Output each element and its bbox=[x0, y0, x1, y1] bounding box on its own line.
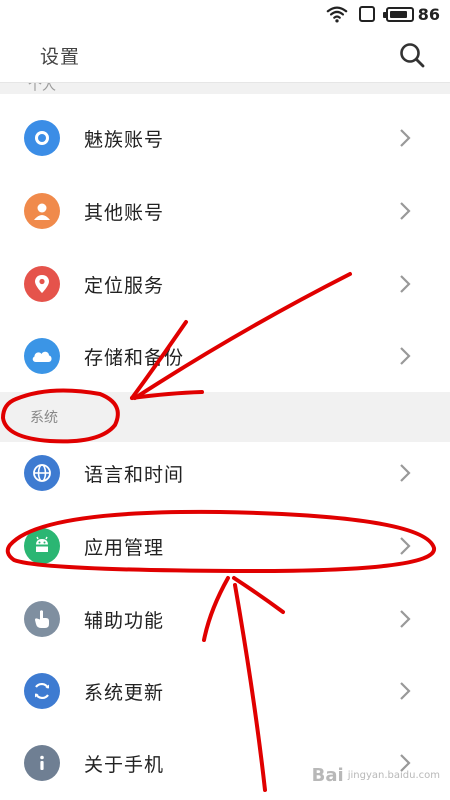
page-title: 设置 bbox=[40, 45, 81, 68]
battery-indicator: 86 bbox=[382, 4, 440, 24]
sim-card-icon bbox=[358, 6, 375, 22]
settings-item-other-accounts[interactable]: 其他账号 bbox=[0, 175, 450, 247]
chevron-right-icon bbox=[400, 464, 411, 482]
chevron-right-icon bbox=[400, 129, 411, 147]
settings-item-label: 系统更新 bbox=[84, 681, 165, 704]
settings-item-meizu-account[interactable]: 魅族账号 bbox=[0, 102, 450, 174]
search-icon[interactable] bbox=[398, 41, 426, 69]
settings-item-location[interactable]: 定位服务 bbox=[0, 248, 450, 320]
battery-icon bbox=[382, 6, 414, 22]
settings-item-app-management[interactable]: 应用管理 bbox=[0, 510, 450, 582]
settings-item-accessibility[interactable]: 辅助功能 bbox=[0, 583, 450, 655]
battery-fill bbox=[389, 10, 407, 18]
refresh-icon bbox=[24, 673, 60, 709]
settings-item-label: 关于手机 bbox=[84, 753, 165, 776]
cloud-icon bbox=[24, 338, 60, 374]
section-label-system: 系统 bbox=[30, 410, 58, 426]
watermark-text: Bai bbox=[311, 765, 344, 786]
settings-item-storage-backup[interactable]: 存储和备份 bbox=[0, 320, 450, 392]
settings-item-label: 语言和时间 bbox=[84, 463, 185, 486]
location-pin-icon bbox=[24, 266, 60, 302]
info-icon bbox=[24, 745, 60, 781]
settings-item-about-phone[interactable]: 关于手机 bbox=[0, 727, 450, 799]
chevron-right-icon bbox=[400, 275, 411, 293]
settings-item-label: 应用管理 bbox=[84, 536, 165, 559]
settings-item-label: 定位服务 bbox=[84, 274, 165, 297]
chevron-right-icon bbox=[400, 537, 411, 555]
section-header-personal: 个人 bbox=[0, 82, 450, 94]
settings-item-system-update[interactable]: 系统更新 bbox=[0, 655, 450, 727]
status-bar: 86 bbox=[0, 0, 450, 28]
chevron-right-icon bbox=[400, 347, 411, 365]
android-icon bbox=[24, 528, 60, 564]
section-header-system: 系统 bbox=[0, 392, 450, 442]
chevron-right-icon bbox=[400, 682, 411, 700]
meizu-account-icon bbox=[24, 120, 60, 156]
watermark: Bai jingyan.baidu.com bbox=[312, 765, 440, 786]
chevron-right-icon bbox=[400, 610, 411, 628]
header: 设置 bbox=[0, 28, 450, 82]
settings-item-label: 辅助功能 bbox=[84, 609, 165, 632]
hand-icon bbox=[24, 601, 60, 637]
settings-item-language-time[interactable]: 语言和时间 bbox=[0, 437, 450, 509]
settings-item-label: 魅族账号 bbox=[84, 128, 165, 151]
battery-percent: 86 bbox=[417, 4, 440, 24]
wifi-icon bbox=[326, 6, 348, 23]
chevron-right-icon bbox=[400, 202, 411, 220]
section-label-personal: 个人 bbox=[28, 82, 56, 94]
person-icon bbox=[24, 193, 60, 229]
watermark-sub: jingyan.baidu.com bbox=[347, 770, 440, 781]
settings-item-label: 其他账号 bbox=[84, 201, 165, 224]
settings-item-label: 存储和备份 bbox=[84, 346, 185, 369]
globe-icon bbox=[24, 455, 60, 491]
